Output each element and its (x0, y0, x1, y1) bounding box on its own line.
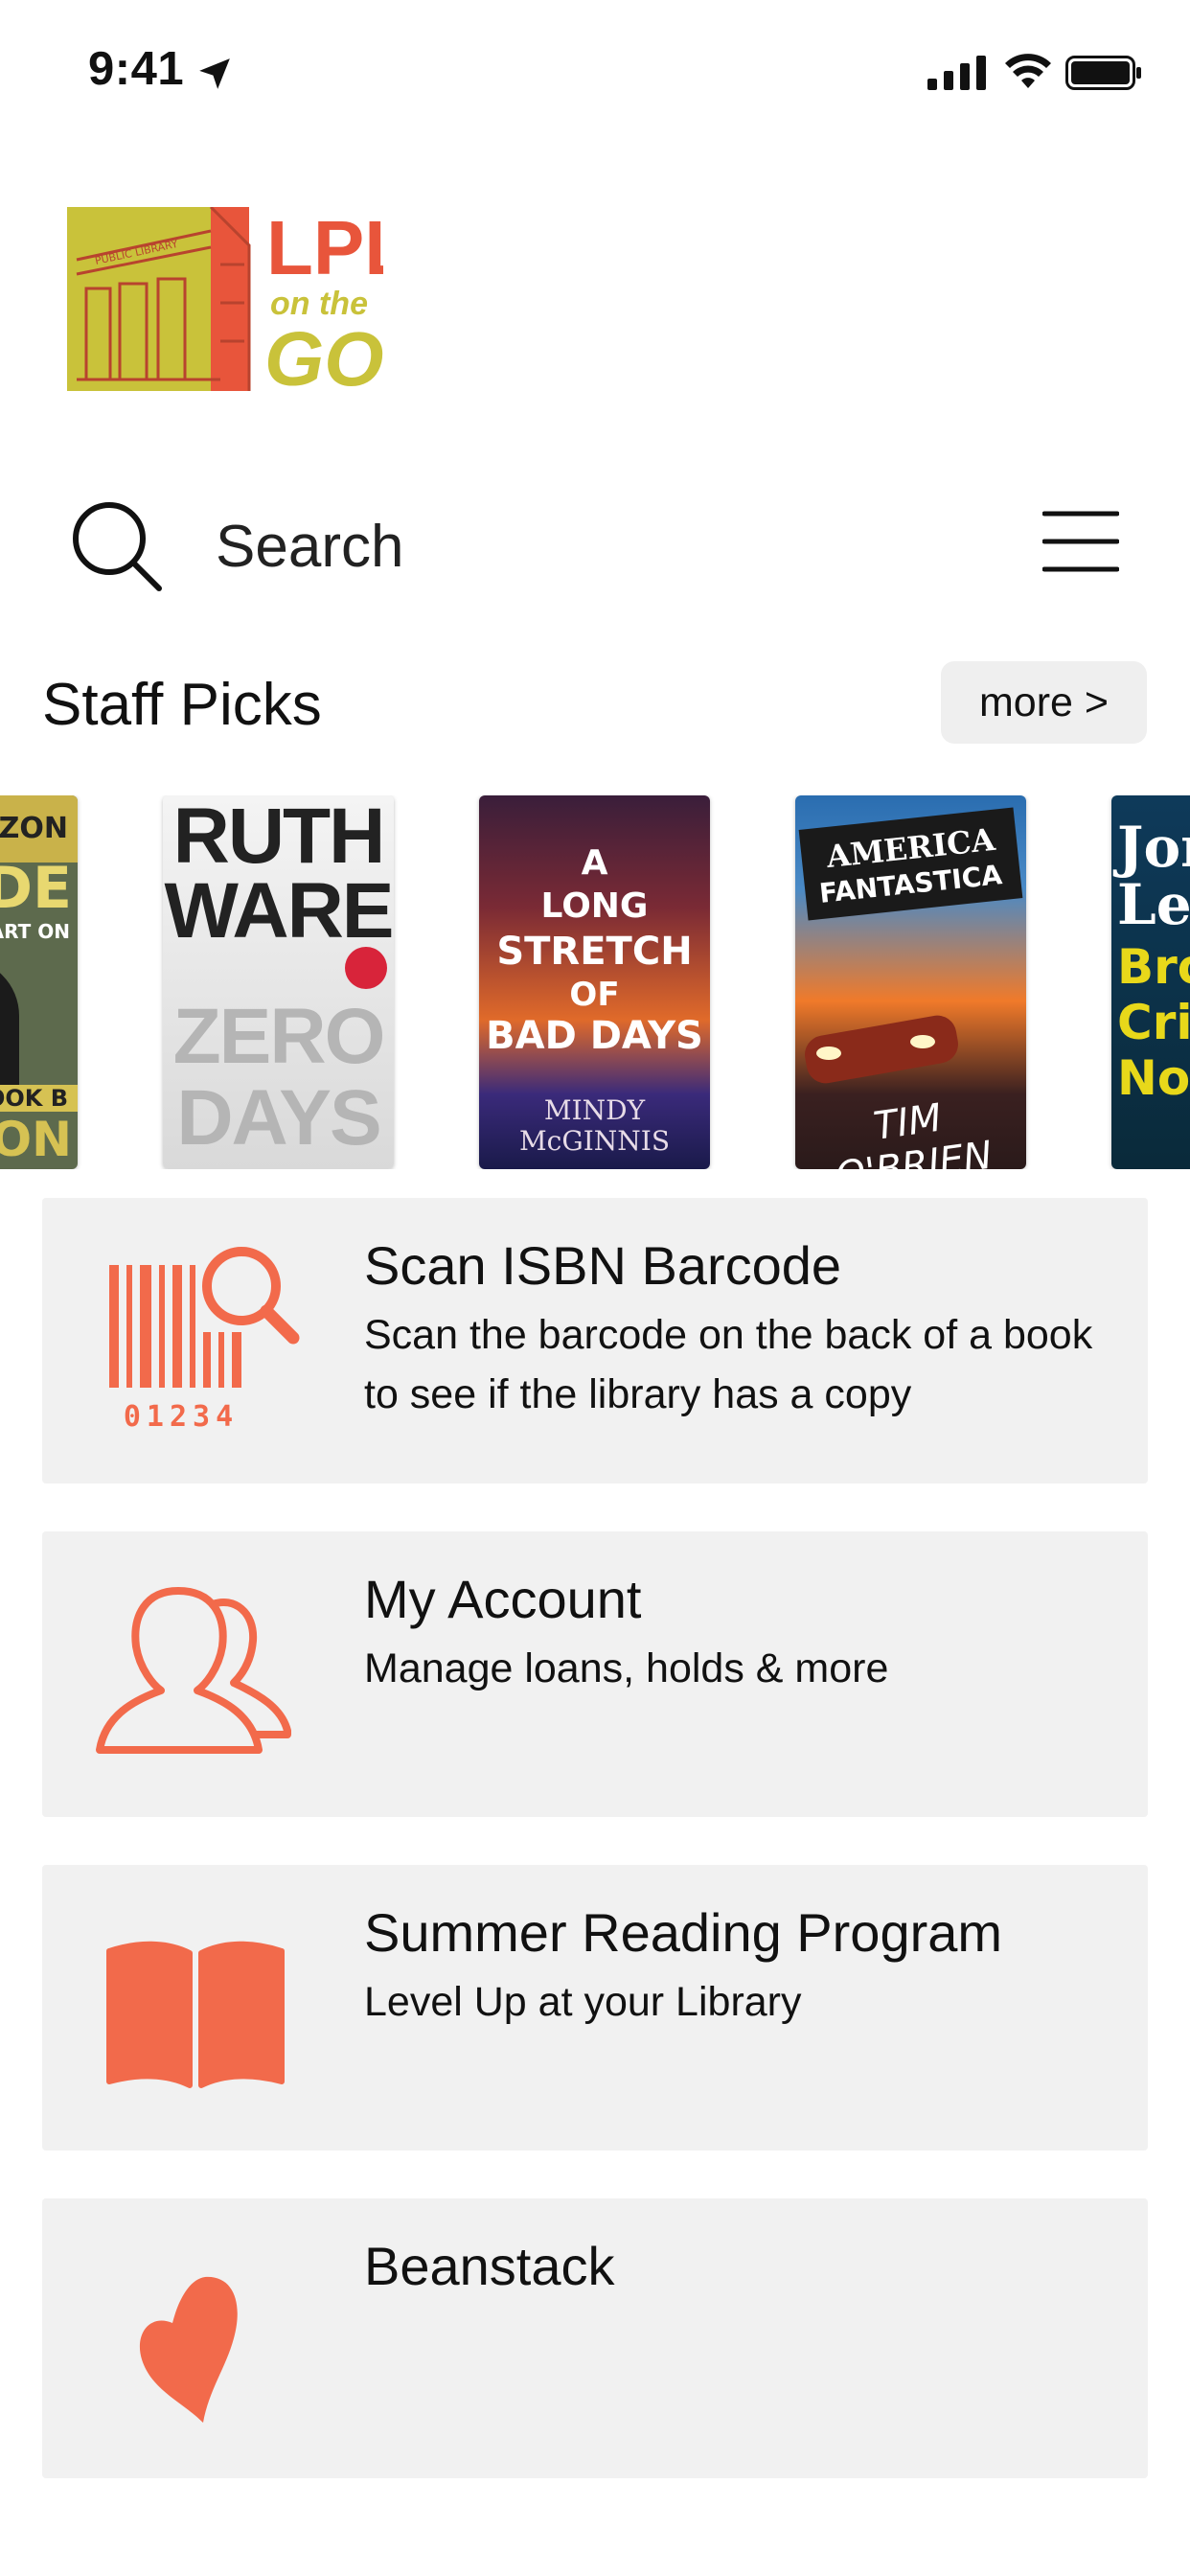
card-title: Scan ISBN Barcode (364, 1235, 842, 1296)
wifi-icon (1005, 54, 1051, 88)
heart-icon (139, 2276, 238, 2423)
barcode-search-icon: 01234 (109, 1247, 300, 1434)
status-time: 9:41 (88, 43, 185, 95)
beanstack-card[interactable]: Beanstack (42, 2198, 1148, 2478)
search-icon[interactable] (69, 498, 165, 594)
book-icon (106, 1941, 285, 2088)
book-cover[interactable]: ARZON CIDE PART ON BOOK B MON (0, 795, 78, 1169)
card-description: Scan the barcode on the back of a book t… (364, 1312, 1093, 1417)
status-bar: 9:41 (0, 0, 1190, 144)
more-staff-picks-button[interactable]: more > (941, 661, 1147, 744)
hamburger-menu-icon[interactable] (1042, 508, 1119, 575)
barcode-digits: 01234 (124, 1400, 239, 1434)
card-title: Summer Reading Program (364, 1902, 1003, 1963)
my-account-card[interactable]: My Account Manage loans, holds & more (42, 1531, 1148, 1817)
book-cover[interactable]: Jon Let Bro Cri Nov (1111, 795, 1190, 1169)
app-logo: PUBLIC LIBRARY LPL on the GO (67, 205, 411, 402)
search-bar[interactable] (0, 479, 1190, 613)
scan-isbn-card[interactable]: 01234 Scan ISBN Barcode Scan the barcode… (42, 1198, 1148, 1484)
book-cover[interactable]: AMERICA FANTASTICA TIM O'BRIEN (795, 795, 1026, 1169)
book-cover[interactable]: RUTH WARE ZERO DAYS (163, 795, 394, 1169)
card-description: Manage loans, holds & more (364, 1645, 889, 1691)
book-cover[interactable]: A LONG STRETCH OF BAD DAYS MINDY McGINNI… (479, 795, 710, 1169)
staff-picks-heading: Staff Picks (42, 672, 322, 738)
cellular-signal-icon (927, 56, 986, 90)
location-arrow-icon (199, 58, 230, 89)
logo-text-lpl: LPL (266, 207, 383, 290)
search-input[interactable]: Search (216, 513, 403, 581)
users-icon (96, 1587, 291, 1754)
logo-text-go: GO (264, 316, 383, 391)
battery-icon (1065, 56, 1141, 90)
card-title: Beanstack (364, 2236, 615, 2296)
card-description: Level Up at your Library (364, 1979, 802, 2025)
card-title: My Account (364, 1569, 642, 1629)
staff-picks-carousel[interactable]: ARZON CIDE PART ON BOOK B MON RUTH WARE … (0, 795, 1190, 1169)
summer-reading-card[interactable]: Summer Reading Program Level Up at your … (42, 1865, 1148, 2150)
